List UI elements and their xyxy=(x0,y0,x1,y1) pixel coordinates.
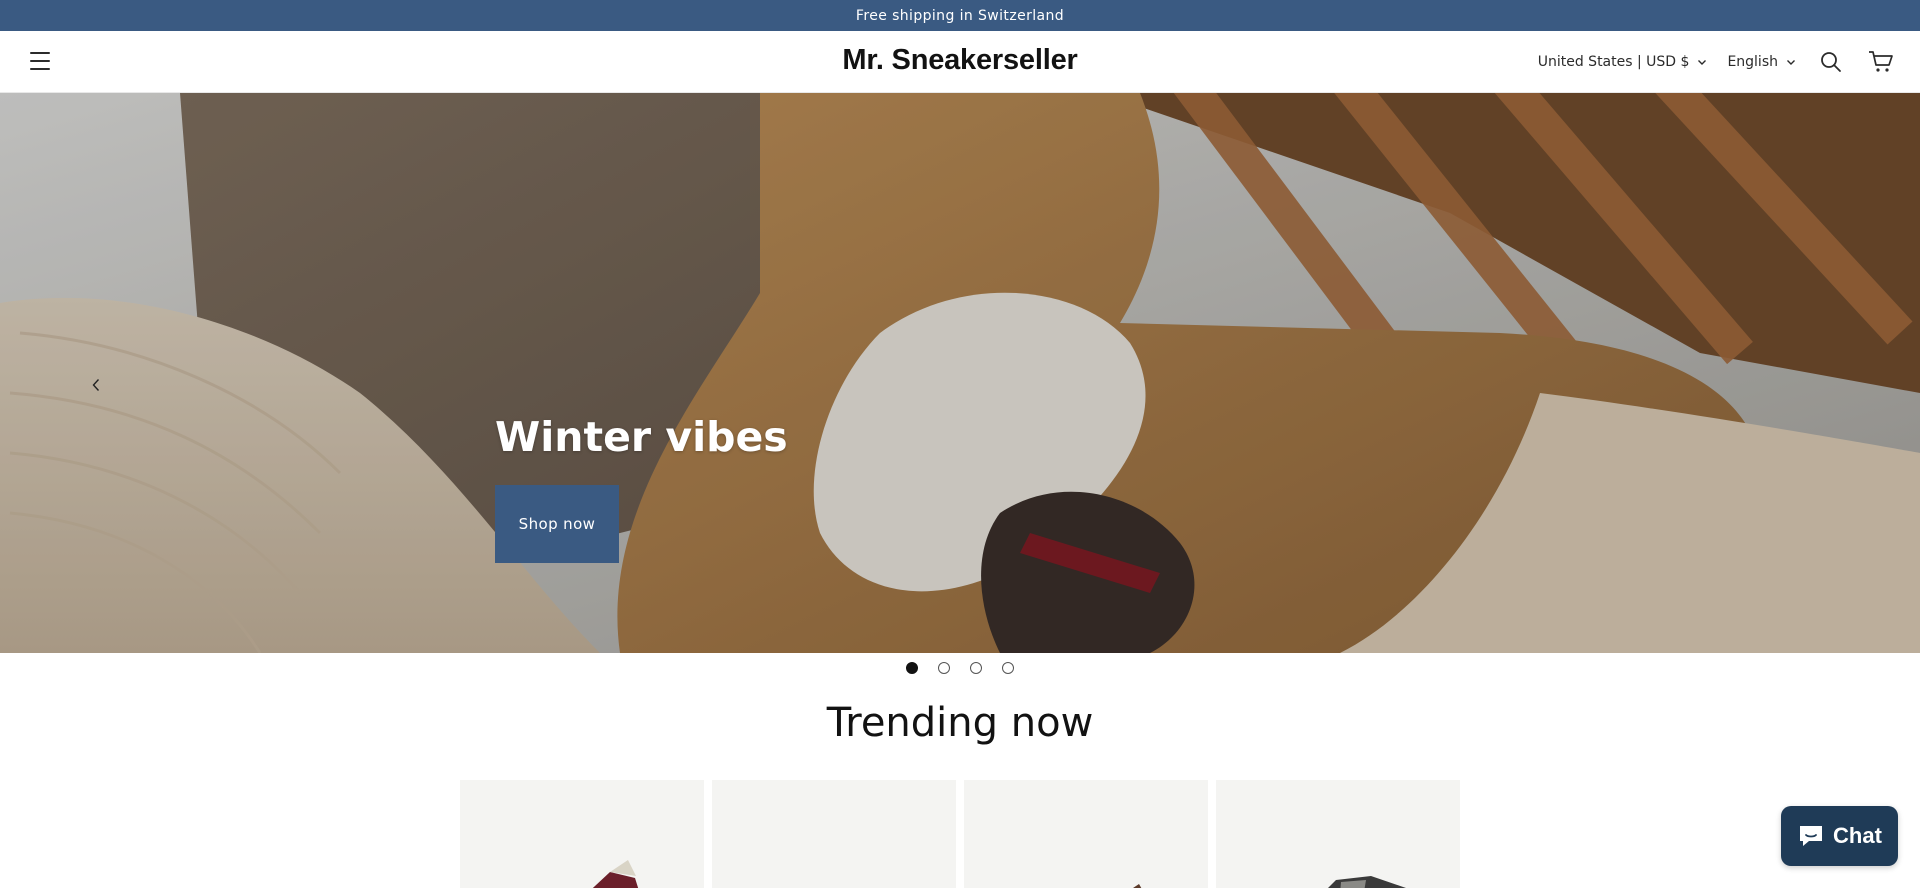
cart-button[interactable] xyxy=(1866,47,1896,77)
product-image xyxy=(1133,884,1142,888)
slide-dot-4[interactable] xyxy=(1002,662,1014,674)
site-logo[interactable]: Mr. Sneakerseller xyxy=(842,44,1077,76)
chat-label: Chat xyxy=(1833,823,1882,848)
country-label: United States | USD $ xyxy=(1537,54,1690,70)
announcement-bar: Free shipping in Switzerland xyxy=(0,0,1920,31)
chat-bubble-icon xyxy=(1800,826,1823,846)
search-button[interactable] xyxy=(1816,47,1846,77)
product-image xyxy=(592,860,639,888)
chevron-left-icon xyxy=(92,379,100,391)
trending-title: Trending now xyxy=(826,700,1094,746)
product-card[interactable] xyxy=(460,780,704,888)
product-grid xyxy=(460,780,1460,888)
product-card[interactable] xyxy=(964,780,1208,888)
menu-button[interactable] xyxy=(30,48,54,74)
language-selector[interactable]: English xyxy=(1727,54,1796,70)
shop-now-button[interactable]: Shop now xyxy=(495,485,619,563)
product-card[interactable] xyxy=(1216,780,1460,888)
product-card[interactable] xyxy=(712,780,956,888)
hero-image xyxy=(0,93,1920,653)
product-image xyxy=(1328,876,1406,888)
chevron-down-icon xyxy=(1787,60,1795,65)
slide-dot-3[interactable] xyxy=(970,662,982,674)
language-label: English xyxy=(1727,54,1778,70)
site-header: Mr. Sneakerseller United States | USD $ … xyxy=(0,31,1920,93)
chat-button[interactable]: Chat xyxy=(1781,806,1898,866)
product-image xyxy=(712,780,956,888)
country-selector[interactable]: United States | USD $ xyxy=(1538,54,1708,70)
hero-slideshow: Winter vibes Shop now xyxy=(0,93,1920,653)
slide-dot-1[interactable] xyxy=(906,662,918,674)
search-icon xyxy=(1821,52,1841,72)
announcement-text: Free shipping in Switzerland xyxy=(855,7,1065,24)
hero-title: Winter vibes xyxy=(495,413,788,461)
slide-dot-2[interactable] xyxy=(938,662,950,674)
chevron-down-icon xyxy=(1698,60,1707,65)
header-actions: United States | USD $ English xyxy=(1538,31,1896,93)
hamburger-menu-icon xyxy=(30,52,50,54)
cart-icon xyxy=(1869,51,1893,72)
slide-pagination xyxy=(0,662,1920,674)
slide-previous-button[interactable] xyxy=(86,375,106,395)
